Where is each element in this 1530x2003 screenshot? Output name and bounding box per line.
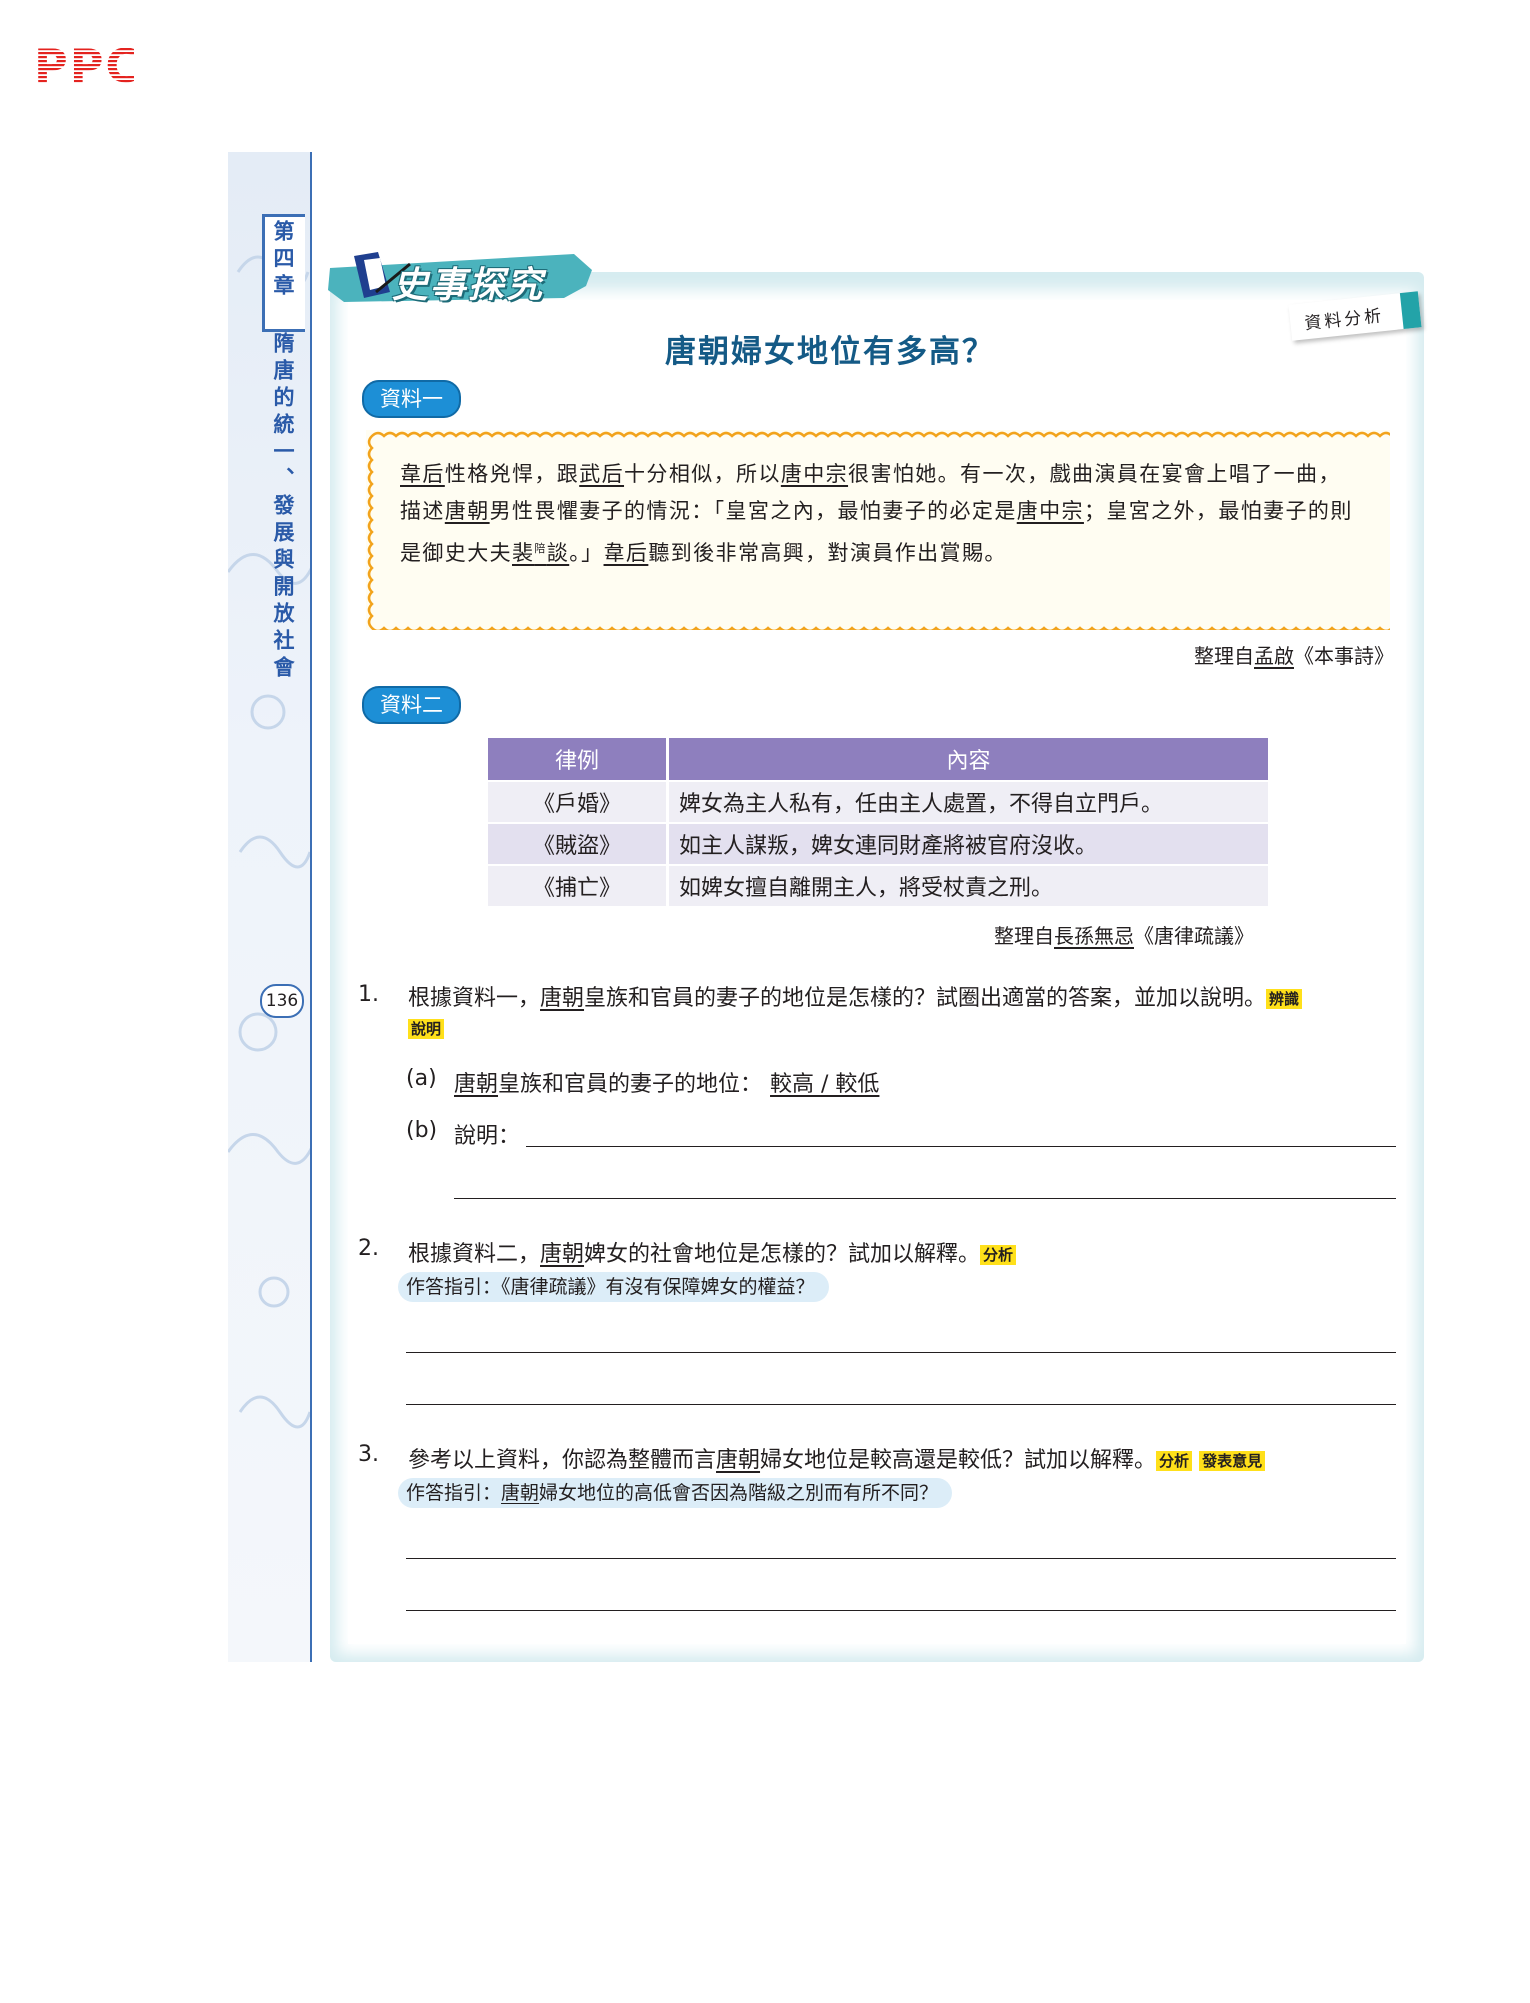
question-3-number: 3. (358, 1442, 379, 1467)
banner-title: 史事探究 (392, 265, 545, 306)
person-name: 唐中宗 (1016, 499, 1084, 523)
source-1-text: 韋后性格兇悍，跟武后十分相似，所以唐中宗很害怕她。有一次，戲曲演員在宴會上唱了一… (400, 462, 1353, 565)
answer-line[interactable] (406, 1352, 1396, 1353)
question-1b-text: 說明： (454, 1124, 521, 1149)
table-cell: 如婢女擅自離開主人，將受杖責之刑。 (669, 866, 1268, 906)
law-table: 律例 內容 《戶婚》 婢女為主人私有，任由主人處置，不得自立門戶。 《賊盜》 如… (488, 736, 1268, 908)
person-name: 武后 (579, 462, 625, 486)
table-cell: 《捕亡》 (488, 866, 669, 906)
source-2-citation: 整理自長孫無忌《唐律疏議》 (994, 924, 1254, 948)
table-cell: 《賊盜》 (488, 824, 669, 864)
question-3-hint: 作答指引：唐朝婦女地位的高低會否因為階級之別而有所不同？ (398, 1478, 953, 1508)
ppc-logo: PPC (34, 40, 134, 90)
person-name: 韋后 (400, 462, 445, 486)
source-2-label: 資料二 (362, 686, 461, 724)
person-name: 韋后 (603, 541, 649, 565)
answer-line[interactable] (406, 1558, 1396, 1559)
question-1-text: 根據資料一，唐朝皇族和官員的妻子的地位是怎樣的？試圈出適當的答案，並加以說明。辨… (408, 982, 1408, 1016)
table-row: 《捕亡》 如婢女擅自離開主人，將受杖責之刑。 (488, 866, 1268, 906)
dynasty-name: 唐朝 (444, 499, 490, 523)
question-2-number: 2. (358, 1236, 379, 1261)
table-header: 內容 (669, 738, 1268, 780)
question-1-skill-continued: 說明 (408, 1016, 445, 1041)
skill-badge: 辨識 (1266, 989, 1303, 1009)
answer-choice[interactable]: 較高 / 較低 (762, 1072, 883, 1097)
page-title: 唐朝婦女地位有多高？ (665, 334, 995, 370)
table-row: 《戶婚》 婢女為主人私有，任由主人處置，不得自立門戶。 (488, 782, 1268, 822)
answer-line[interactable] (454, 1198, 1396, 1199)
skill-badge: 發表意見 (1199, 1451, 1266, 1471)
question-3-text: 參考以上資料，你認為整體而言唐朝婦女地位是較高還是較低？試加以解釋。 分析 發表意… (408, 1442, 1266, 1474)
person-name: 裴陪談 (512, 541, 570, 565)
table-cell: 婢女為主人私有，任由主人處置，不得自立門戶。 (669, 782, 1268, 822)
source-1-citation: 整理自孟啟《本事詩》 (1194, 644, 1394, 668)
table-header: 律例 (488, 738, 669, 780)
answer-line[interactable] (406, 1404, 1396, 1405)
question-1a-text: 唐朝皇族和官員的妻子的地位： 較高 / 較低 (454, 1066, 883, 1098)
sidebar-rule (310, 152, 312, 1662)
skill-badge: 分析 (1156, 1451, 1193, 1471)
question-1b-label: (b) (406, 1118, 438, 1143)
source-1-label: 資料一 (362, 380, 461, 418)
question-1a-label: (a) (406, 1066, 437, 1091)
chapter-label: 第四章 (271, 220, 296, 301)
table-row: 《賊盜》 如主人謀叛，婢女連同財產將被官府沒收。 (488, 824, 1268, 864)
table-cell: 如主人謀叛，婢女連同財產將被官府沒收。 (669, 824, 1268, 864)
question-2-hint: 作答指引：《唐律疏議》有沒有保障婢女的權益？ (398, 1272, 829, 1302)
answer-line[interactable] (406, 1610, 1396, 1611)
table-cell: 《戶婚》 (488, 782, 669, 822)
logo-text: PPC (34, 40, 134, 90)
question-2-text: 根據資料二，唐朝婢女的社會地位是怎樣的？試加以解釋。 分析 (408, 1236, 1017, 1268)
skill-badge: 分析 (980, 1245, 1017, 1265)
tag-label: 資料分析 (1303, 306, 1386, 335)
tag-accent (1399, 291, 1422, 329)
answer-line[interactable] (526, 1146, 1396, 1147)
page-number: 136 (260, 984, 304, 1018)
chapter-title: 隋唐的統一、發展與開放社會 (271, 332, 296, 683)
pronunciation-note: 陪 (534, 542, 547, 555)
person-name: 唐中宗 (780, 462, 849, 486)
question-1-number: 1. (358, 982, 379, 1007)
